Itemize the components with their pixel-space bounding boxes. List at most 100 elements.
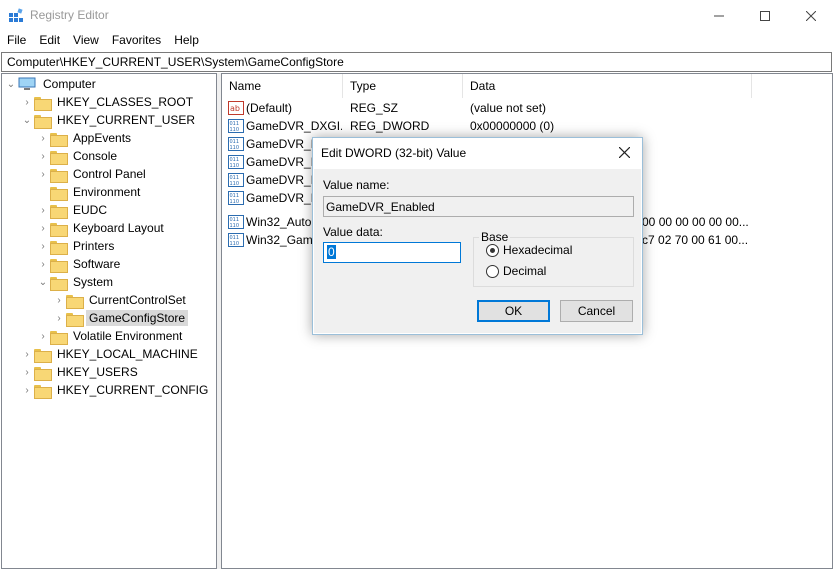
tree-item-volatile-environment[interactable]: › Volatile Environment [36,327,185,345]
menu-help[interactable]: Help [167,31,205,51]
tree-item-software[interactable]: › Software [36,255,123,273]
value-type: REG_DWORD [350,119,430,133]
tree-item-appevents[interactable]: › AppEvents [36,129,134,147]
menu-favorites[interactable]: Favorites [105,31,167,51]
folder-icon [50,150,68,165]
value-data: 0 00 00 00 00 00 00... [632,215,749,229]
key-tree[interactable]: ⌄ Computer › HKEY_CLASSES_ROOT ⌄ HKEY_CU… [1,73,217,569]
menu-view[interactable]: View [66,31,105,51]
computer-icon [18,77,36,90]
decimal-radio[interactable]: Decimal [486,264,546,278]
expand-icon[interactable]: › [36,147,50,165]
collapse-icon[interactable]: ⌄ [20,111,34,129]
folder-icon [50,330,68,345]
expand-icon[interactable]: › [52,309,66,327]
folder-icon [50,276,68,291]
tree-item-printers[interactable]: › Printers [36,237,117,255]
tree-label: HKEY_USERS [57,365,138,379]
tree-item-hkey-users[interactable]: › HKEY_USERS [20,363,141,381]
tree-item-hkey-current-config[interactable]: › HKEY_CURRENT_CONFIG [20,381,211,399]
tree-item-system[interactable]: ⌄ System [36,273,116,291]
value-row-default[interactable]: ab (Default) REG_SZ (value not set) [222,99,832,117]
folder-icon [50,132,68,147]
tree-item-currentcontrolset[interactable]: › CurrentControlSet [52,291,189,309]
collapse-icon[interactable]: ⌄ [36,273,50,291]
tree-item-console[interactable]: › Console [36,147,120,165]
edit-dword-dialog: Edit DWORD (32-bit) Value Value name: Ga… [312,137,643,335]
expand-icon[interactable]: › [36,201,50,219]
tree-item-hkey-classes-root[interactable]: › HKEY_CLASSES_ROOT [20,93,196,111]
tree-label: Environment [73,185,141,199]
value-name: GameDVR_DXGI... [246,119,342,133]
expand-icon[interactable]: › [36,129,50,147]
expand-icon[interactable]: › [36,327,50,345]
column-header-name[interactable]: Name [222,74,343,98]
tree-label: CurrentControlSet [89,293,186,307]
menu-bar: File Edit View Favorites Help [0,31,834,51]
expand-icon[interactable]: › [20,93,34,111]
expand-icon[interactable]: › [36,237,50,255]
collapse-icon[interactable]: ⌄ [4,75,18,93]
radio-unchecked-icon[interactable] [486,264,499,278]
tree-label: AppEvents [73,131,132,145]
svg-text:110: 110 [230,223,240,229]
tree-item-control-panel[interactable]: › Control Panel [36,165,149,183]
expand-icon[interactable]: › [52,291,66,309]
minimize-button[interactable] [696,0,742,31]
hexadecimal-radio[interactable]: Hexadecimal [486,243,572,257]
expand-icon[interactable]: › [36,255,50,273]
tree-label: HKEY_CURRENT_CONFIG [57,383,209,397]
tree-label: Volatile Environment [73,329,183,343]
tree-label: HKEY_LOCAL_MACHINE [57,347,198,361]
expand-icon[interactable]: › [36,219,50,237]
tree-label: GameConfigStore [86,310,189,326]
address-bar[interactable]: Computer\HKEY_CURRENT_USER\System\GameCo… [1,52,832,72]
folder-icon [34,348,52,363]
value-row[interactable]: 011 110 GameDVR_DXGI... REG_DWORD 0x00000… [222,117,832,135]
maximize-icon [760,10,770,21]
ok-button[interactable]: OK [477,300,550,322]
maximize-button[interactable] [742,0,788,31]
title-bar: Registry Editor [0,0,834,31]
folder-icon [50,258,68,273]
tree-item-keyboard-layout[interactable]: › Keyboard Layout [36,219,167,237]
folder-icon [34,96,52,111]
close-button[interactable] [788,0,834,31]
menu-edit[interactable]: Edit [32,31,66,51]
binary-value-icon: 011110 [228,215,244,229]
tree-item-eudc[interactable]: › EUDC [36,201,110,219]
dialog-close-button[interactable] [609,140,639,164]
tree-item-environment[interactable]: Environment [36,183,143,201]
tree-item-computer[interactable]: ⌄ Computer [4,75,99,93]
expand-icon[interactable]: › [20,345,34,363]
column-header-data[interactable]: Data [463,74,752,98]
svg-text:110: 110 [230,127,240,133]
radio-checked-icon[interactable] [486,243,499,257]
column-header-type[interactable]: Type [343,74,463,98]
close-icon [806,10,816,21]
binary-value-icon: 011110 [228,155,244,169]
value-data-text: 0 [327,245,336,259]
tree-item-hkey-local-machine[interactable]: › HKEY_LOCAL_MACHINE [20,345,201,363]
value-name-label: Value name: [323,178,390,192]
folder-icon [34,366,52,381]
tree-label: Printers [73,239,115,253]
expand-icon[interactable]: › [36,165,50,183]
expand-icon[interactable]: › [20,381,34,399]
menu-file[interactable]: File [0,31,32,51]
tree-item-gameconfigstore[interactable]: › GameConfigStore [52,309,189,327]
svg-text:110: 110 [230,181,240,187]
svg-text:110: 110 [230,145,240,151]
svg-text:110: 110 [230,163,240,169]
folder-icon [50,222,68,237]
expand-icon[interactable]: › [20,363,34,381]
value-data-input[interactable]: 0 [323,242,461,263]
tree-item-hkey-current-user[interactable]: ⌄ HKEY_CURRENT_USER [20,111,198,129]
binary-value-icon: 011110 [228,173,244,187]
close-icon [618,146,630,158]
binary-value-icon: 011110 [228,233,244,247]
svg-text:110: 110 [230,241,240,247]
cancel-button[interactable]: Cancel [560,300,633,322]
value-name: (Default) [246,101,293,115]
